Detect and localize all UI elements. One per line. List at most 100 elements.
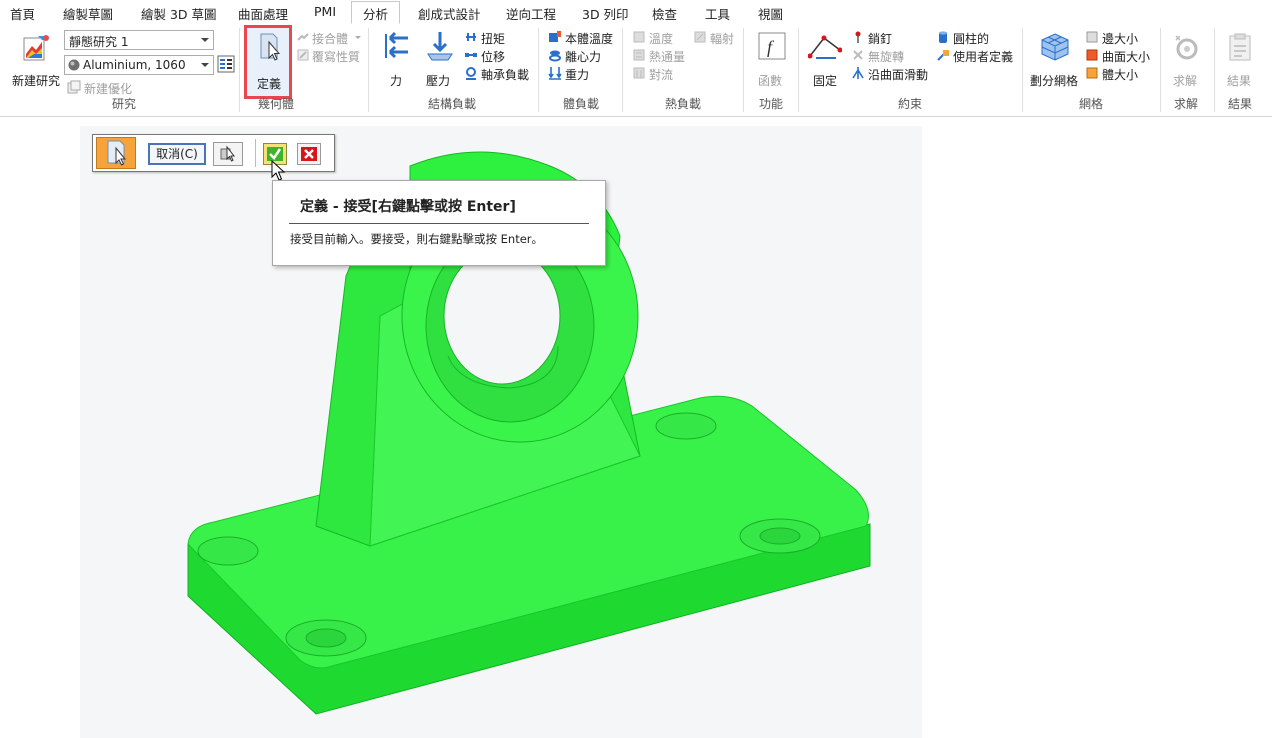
tab-view[interactable]: 視圖 <box>758 4 783 23</box>
material-select-value: Aluminium, 1060 <box>83 58 186 72</box>
convection-icon <box>633 67 645 79</box>
tab-pmi[interactable]: PMI <box>314 4 336 19</box>
study-group-label: 研究 <box>112 97 137 111</box>
geometry-group-label: 幾何體 <box>258 97 295 111</box>
mouse-cursor-icon <box>271 160 286 181</box>
define-step-button[interactable] <box>96 137 136 169</box>
overwrite-props-icon <box>297 49 309 61</box>
force-arrows-icon <box>385 31 408 59</box>
cylindrical-button[interactable]: 圓柱的 <box>953 30 989 47</box>
mesh-button[interactable]: 劃分網格 <box>1028 28 1080 92</box>
new-study-icon <box>23 35 49 61</box>
structural-loads-group-label: 結構負載 <box>428 97 477 111</box>
close-icon <box>301 147 317 161</box>
radiation-button[interactable]: 輻射 <box>710 30 734 47</box>
solve-gear-icon <box>1175 35 1198 60</box>
ribbon-separator <box>1160 28 1161 112</box>
ribbon-separator <box>1214 28 1215 112</box>
face-size-icon <box>1086 49 1098 61</box>
force-button[interactable]: 力 <box>378 28 414 92</box>
fixed-button[interactable]: 固定 <box>806 28 844 92</box>
gravity-button[interactable]: 重力 <box>565 66 589 83</box>
centrifugal-button[interactable]: 離心力 <box>565 48 601 65</box>
body-temperature-button[interactable]: 本體溫度 <box>565 30 613 47</box>
fixed-label: 固定 <box>813 74 838 88</box>
tooltip-title: 定義 - 接受[右鍵點擊或按 Enter] <box>300 199 516 215</box>
mesh-cube-icon <box>1041 33 1069 61</box>
pressure-label: 壓力 <box>426 74 451 88</box>
study-select[interactable]: 靜態研究 1 <box>64 30 214 50</box>
no-rotation-button[interactable]: 無旋轉 <box>868 48 904 65</box>
function-f-icon: f <box>758 32 786 60</box>
solve-label: 求解 <box>1173 74 1198 88</box>
displacement-button[interactable]: 位移 <box>481 48 505 65</box>
bearing-load-icon <box>466 67 476 80</box>
tab-home[interactable]: 首頁 <box>10 4 35 23</box>
ribbon-separator <box>538 28 539 112</box>
heat-flux-icon <box>633 49 645 61</box>
close-button[interactable] <box>297 143 321 165</box>
tab-3d-sketch[interactable]: 繪製 3D 草圖 <box>141 4 217 23</box>
define-button[interactable]: 定義 <box>244 25 292 99</box>
joint-body-button[interactable]: 接合體 <box>312 30 348 47</box>
command-bar-separator <box>255 139 256 167</box>
ribbon-separator <box>239 28 240 112</box>
heat-flux-button[interactable]: 熱通量 <box>649 48 685 65</box>
tab-analysis[interactable]: 分析 <box>351 1 401 24</box>
ribbon: 新建研究 靜態研究 1 Aluminium, 1060 新建優化 研究 定義 接… <box>0 24 1272 117</box>
edge-size-button[interactable]: 邊大小 <box>1102 30 1138 47</box>
chevron-down-icon <box>355 36 361 39</box>
material-table-icon[interactable] <box>217 55 235 73</box>
results-button[interactable]: 結果 <box>1220 28 1260 92</box>
function-label: 函數 <box>758 74 783 88</box>
solve-button[interactable]: 求解 <box>1166 28 1206 92</box>
force-label: 力 <box>390 74 403 88</box>
cancel-label: 取消(C) <box>156 147 198 161</box>
results-group-label: 結果 <box>1228 97 1253 111</box>
overwrite-props-button[interactable]: 覆寫性質 <box>312 48 360 65</box>
convection-button[interactable]: 對流 <box>649 66 673 83</box>
mesh-group-label: 網格 <box>1079 97 1104 111</box>
joint-body-icon <box>297 33 309 41</box>
user-defined-button[interactable]: 使用者定義 <box>953 48 1013 65</box>
tooltip-body: 接受目前輸入。要接受，則右鍵點擊或按 Enter。 <box>290 232 544 246</box>
cancel-button[interactable]: 取消(C) <box>148 143 206 165</box>
material-select[interactable]: Aluminium, 1060 <box>64 55 214 75</box>
tab-surfacing[interactable]: 曲面處理 <box>238 4 288 23</box>
tooltip: 定義 - 接受[右鍵點擊或按 Enter] 接受目前輸入。要接受，則右鍵點擊或按… <box>272 180 606 266</box>
pin-button[interactable]: 銷釘 <box>868 30 892 47</box>
new-study-button[interactable]: 新建研究 <box>8 28 64 90</box>
ribbon-separator <box>798 28 799 112</box>
select-options-icon <box>220 145 236 162</box>
body-size-button[interactable]: 體大小 <box>1102 66 1138 83</box>
define-label: 定義 <box>257 77 282 91</box>
tab-sketch[interactable]: 繪製草圖 <box>63 4 113 23</box>
body-temperature-icon <box>549 31 561 42</box>
tab-tools[interactable]: 工具 <box>705 4 730 23</box>
new-optimization-icon <box>67 80 81 94</box>
define-cursor-icon <box>107 140 127 166</box>
options-button[interactable] <box>213 142 243 166</box>
study-select-value: 靜態研究 1 <box>69 35 129 49</box>
ribbon-separator <box>1022 28 1023 112</box>
temperature-button[interactable]: 溫度 <box>649 30 673 47</box>
torque-button[interactable]: 扭矩 <box>481 30 505 47</box>
fixed-constraint-icon <box>808 35 842 59</box>
pressure-button[interactable]: 壓力 <box>422 28 458 92</box>
body-size-icon <box>1086 67 1098 79</box>
bearing-load-button[interactable]: 軸承負載 <box>481 66 529 83</box>
chevron-down-icon <box>201 38 209 42</box>
tab-reverse-engineering[interactable]: 逆向工程 <box>506 4 556 23</box>
ribbon-separator <box>743 28 744 112</box>
function-button[interactable]: f 函數 <box>752 28 790 92</box>
cylindrical-icon <box>939 31 947 43</box>
face-size-button[interactable]: 曲面大小 <box>1102 48 1150 65</box>
functions-group-label: 功能 <box>759 97 784 111</box>
tab-generative-design[interactable]: 創成式設計 <box>418 4 481 23</box>
thermal-loads-group-label: 熱負載 <box>665 97 702 111</box>
surface-slide-button[interactable]: 沿曲面滑動 <box>868 66 928 83</box>
tab-3d-print[interactable]: 3D 列印 <box>582 4 629 23</box>
tab-inspect[interactable]: 檢查 <box>652 4 677 23</box>
surface-slide-icon <box>852 67 864 79</box>
material-sphere-icon <box>68 59 80 71</box>
